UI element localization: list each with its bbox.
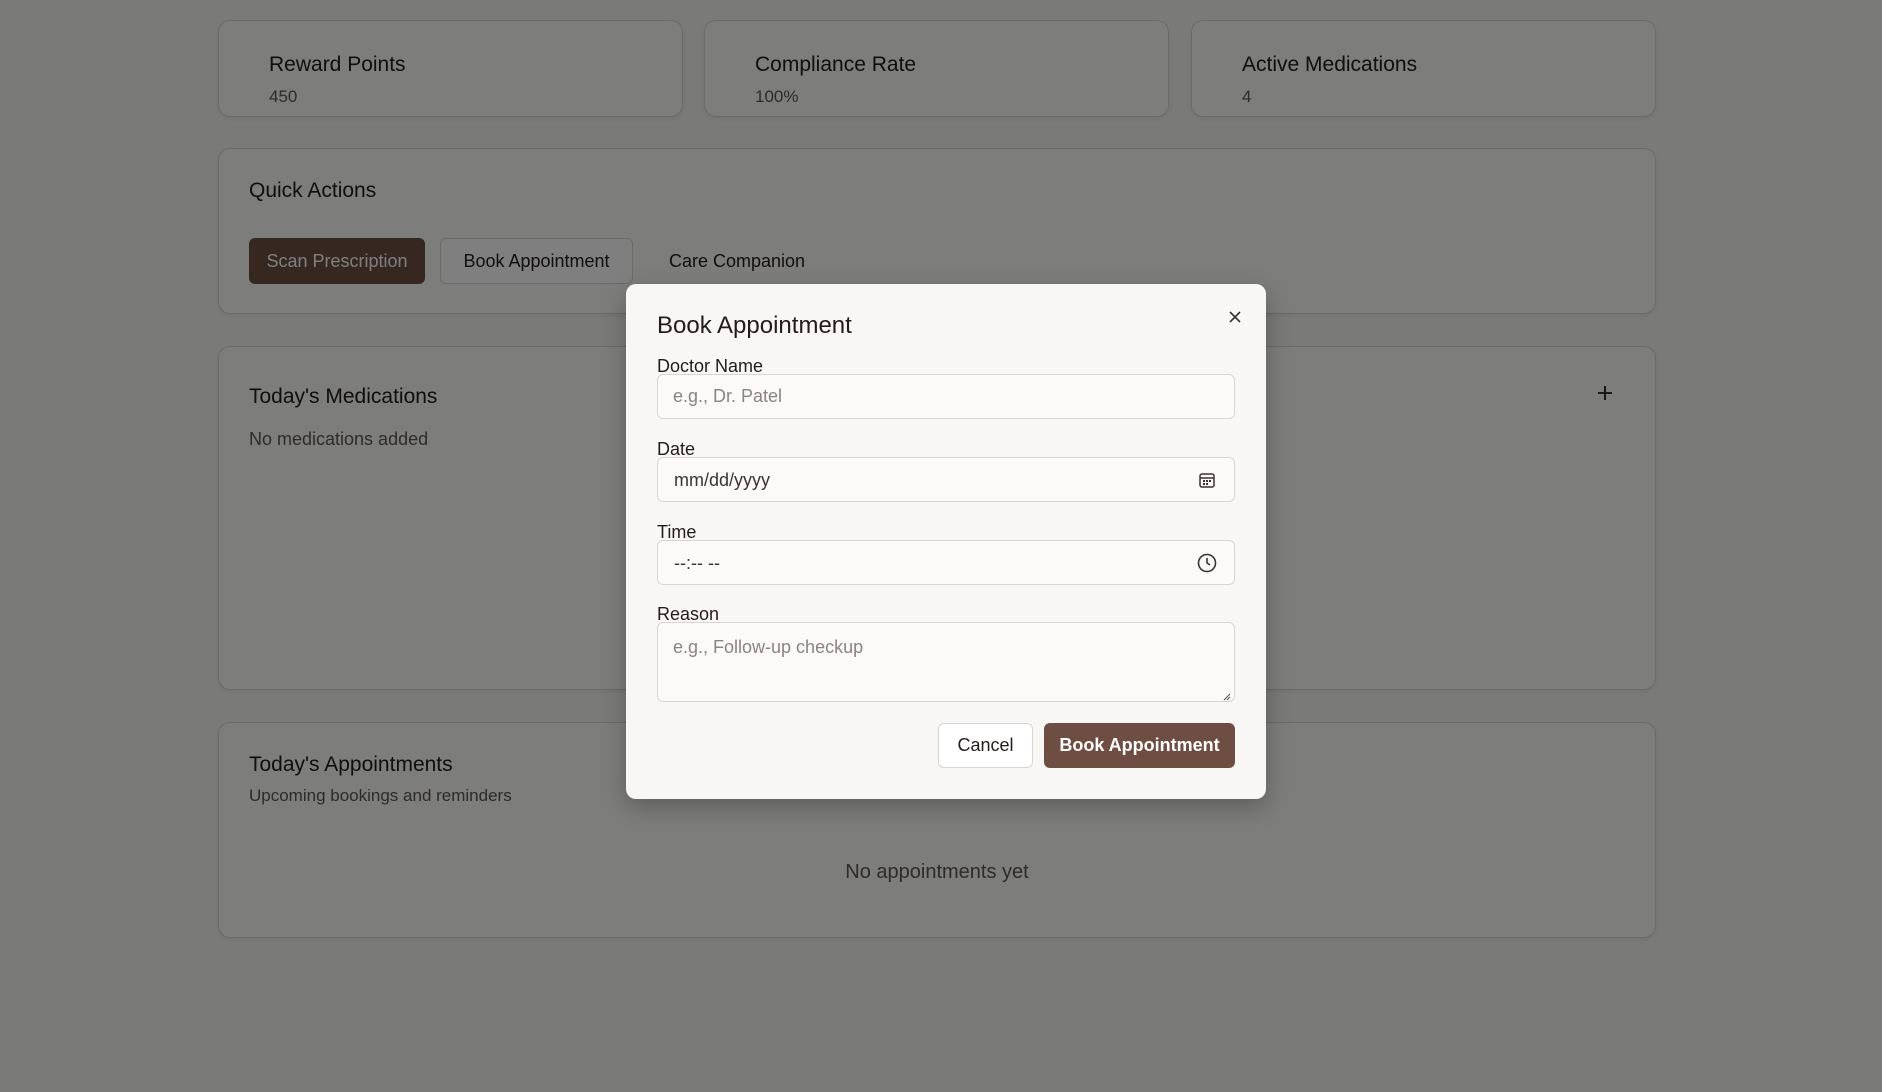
time-value: --:-- -- — [674, 553, 720, 573]
submit-book-appointment-button[interactable]: Book Appointment — [1044, 723, 1235, 768]
doctor-name-input[interactable] — [658, 375, 1234, 418]
book-appointment-dialog: Book Appointment Doctor Name Date mm/dd/… — [626, 284, 1266, 799]
date-field[interactable]: mm/dd/yyyy — [657, 457, 1235, 502]
dialog-title: Book Appointment — [657, 312, 852, 339]
close-icon[interactable] — [1222, 304, 1248, 330]
doctor-name-field-wrap — [657, 374, 1235, 419]
date-value: mm/dd/yyyy — [674, 470, 771, 490]
clock-icon[interactable] — [1196, 552, 1218, 574]
reason-field-wrap — [657, 622, 1235, 702]
calendar-icon[interactable] — [1196, 469, 1218, 491]
reason-textarea[interactable] — [658, 623, 1234, 701]
cancel-button[interactable]: Cancel — [938, 723, 1033, 768]
resize-handle-icon[interactable] — [1221, 688, 1231, 701]
time-field[interactable]: --:-- -- — [657, 540, 1235, 585]
